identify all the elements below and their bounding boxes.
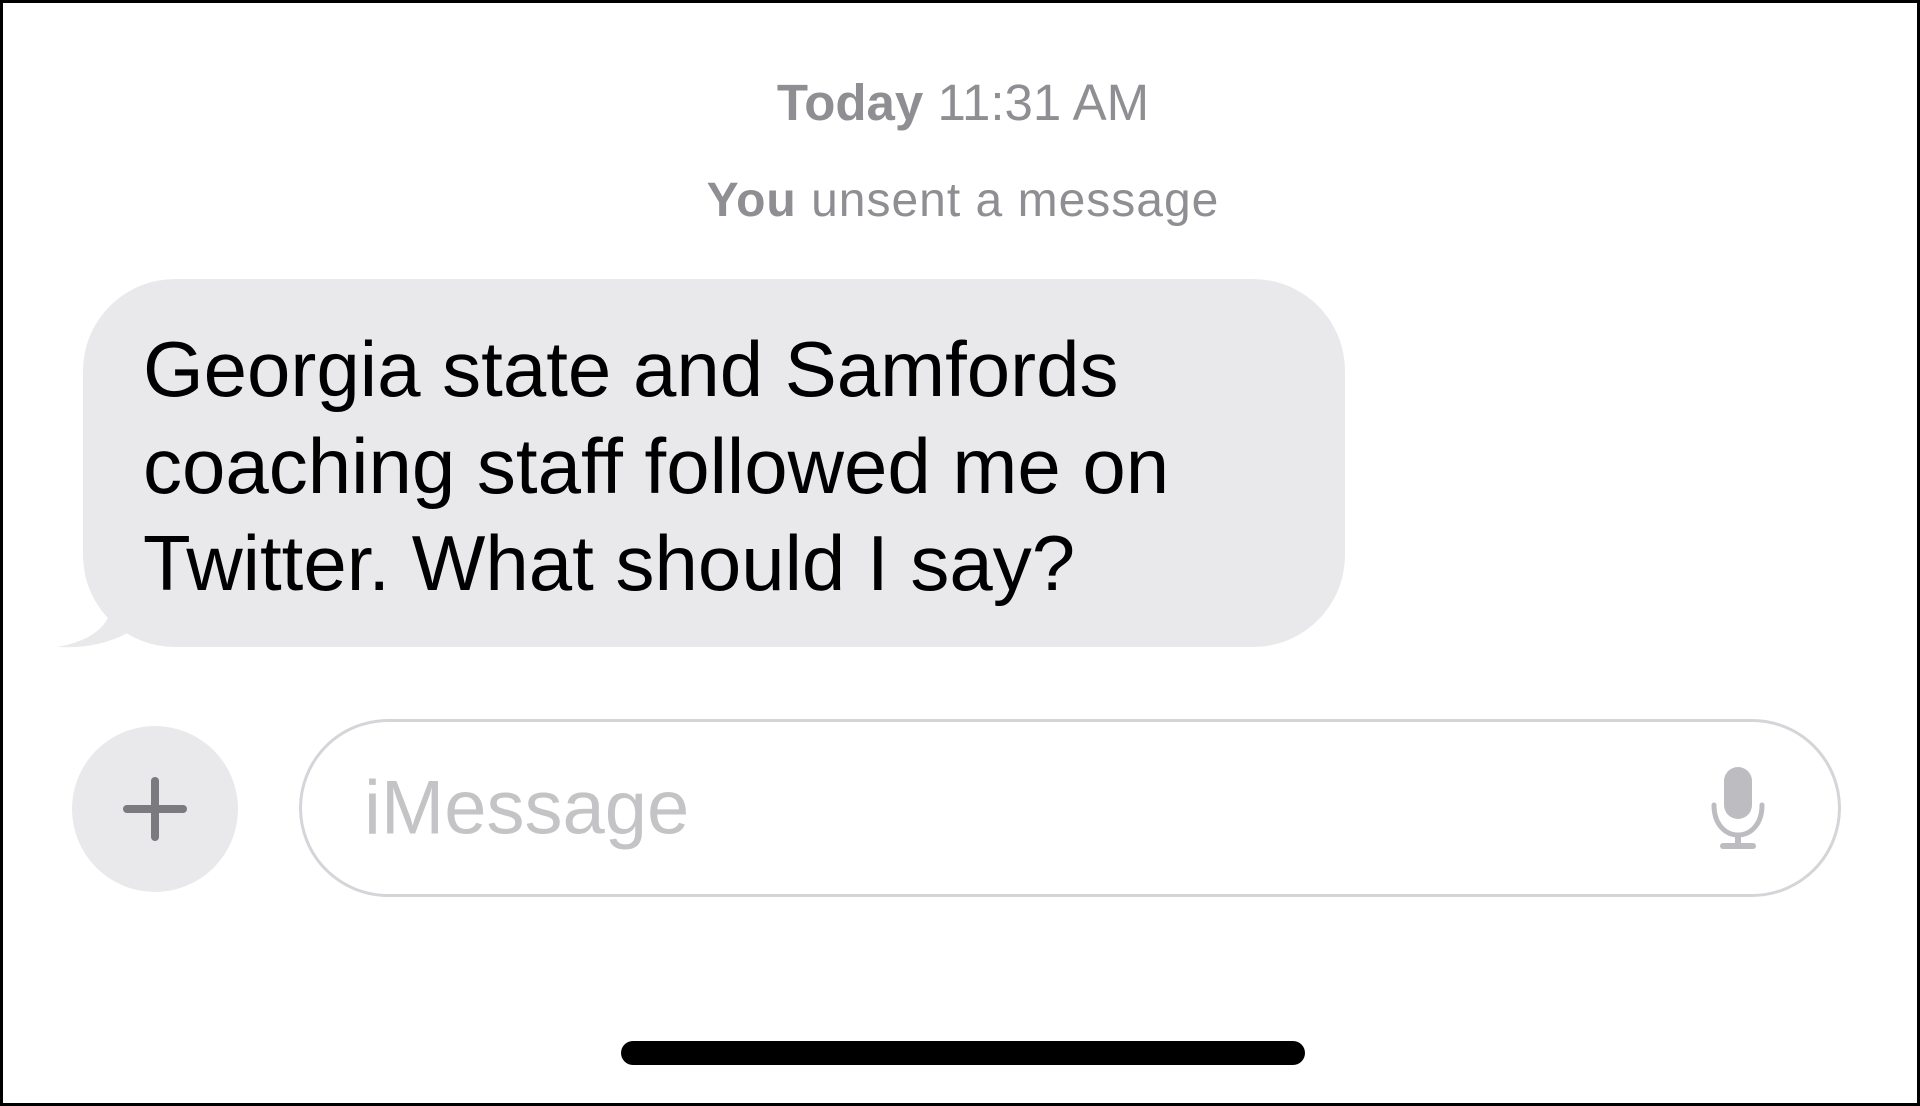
message-bubble[interactable]: Georgia state and Samfords coaching staf…: [83, 279, 1345, 647]
unsent-subject: You: [706, 174, 797, 227]
unsent-notice: You unsent a message: [3, 173, 1917, 228]
unsent-text: unsent a message: [811, 174, 1220, 227]
timestamp-time: 11:31 AM: [937, 74, 1150, 131]
timestamp-day: Today: [776, 74, 924, 131]
plus-icon: [123, 777, 187, 841]
message-input-placeholder: iMessage: [364, 765, 690, 851]
message-text: Georgia state and Samfords coaching staf…: [143, 325, 1170, 607]
home-indicator[interactable]: [621, 1041, 1305, 1065]
add-attachment-button[interactable]: [72, 726, 238, 892]
messages-screen: Today 11:31 AM You unsent a message Geor…: [0, 0, 1920, 1106]
microphone-icon[interactable]: [1708, 765, 1768, 851]
conversation-timestamp: Today 11:31 AM: [3, 73, 1917, 132]
incoming-message[interactable]: Georgia state and Samfords coaching staf…: [55, 279, 1345, 651]
message-input[interactable]: iMessage: [299, 719, 1841, 897]
